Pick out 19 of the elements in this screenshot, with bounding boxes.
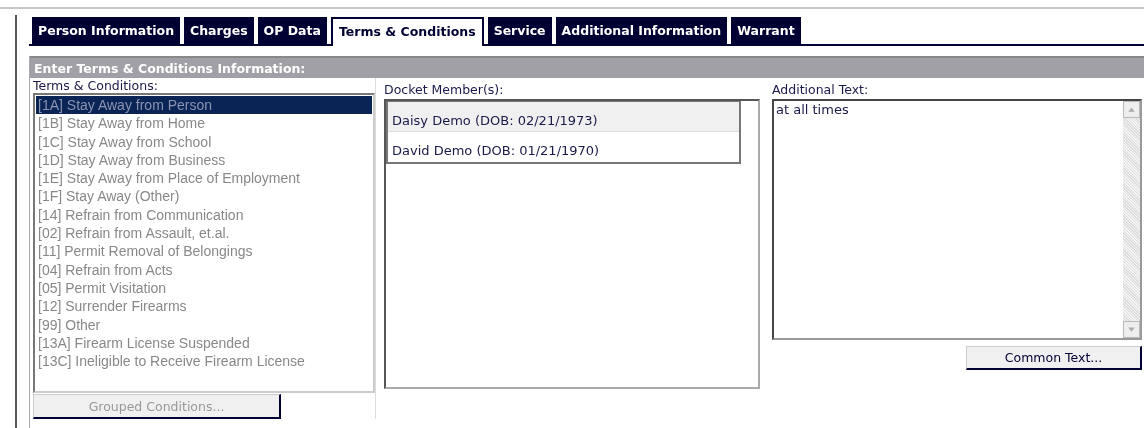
scroll-down-icon[interactable] bbox=[1123, 321, 1140, 338]
tab[interactable]: Warrant bbox=[731, 17, 801, 44]
scroll-up-icon[interactable] bbox=[1123, 101, 1140, 118]
text-area[interactable]: at all times bbox=[772, 99, 1142, 340]
scroll-bar[interactable] bbox=[1123, 101, 1140, 338]
tab[interactable]: Terms & Conditions bbox=[330, 17, 484, 46]
list-item[interactable]: Daisy Demo (DOB: 02/21/1973) bbox=[388, 102, 739, 132]
tab[interactable]: Person Information bbox=[32, 17, 181, 44]
tab[interactable]: Additional Information bbox=[555, 17, 728, 44]
section-header: Enter Terms & Conditions Information: bbox=[30, 56, 1144, 78]
tab[interactable]: Charges bbox=[184, 17, 254, 44]
field-label: Terms & Conditions: bbox=[33, 78, 159, 93]
field-label: Docket Member(s): bbox=[384, 82, 505, 97]
field-label: Additional Text: bbox=[772, 82, 870, 97]
docket-list[interactable]: Daisy Demo (DOB: 02/21/1973) David Demo (DOB: 01/21/1970) bbox=[384, 99, 760, 389]
common-text-button[interactable]: Common Text... bbox=[966, 346, 1142, 370]
tab[interactable]: Service bbox=[487, 17, 552, 44]
tab[interactable]: OP Data bbox=[257, 17, 327, 44]
list-item[interactable]: David Demo (DOB: 01/21/1970) bbox=[388, 132, 739, 162]
